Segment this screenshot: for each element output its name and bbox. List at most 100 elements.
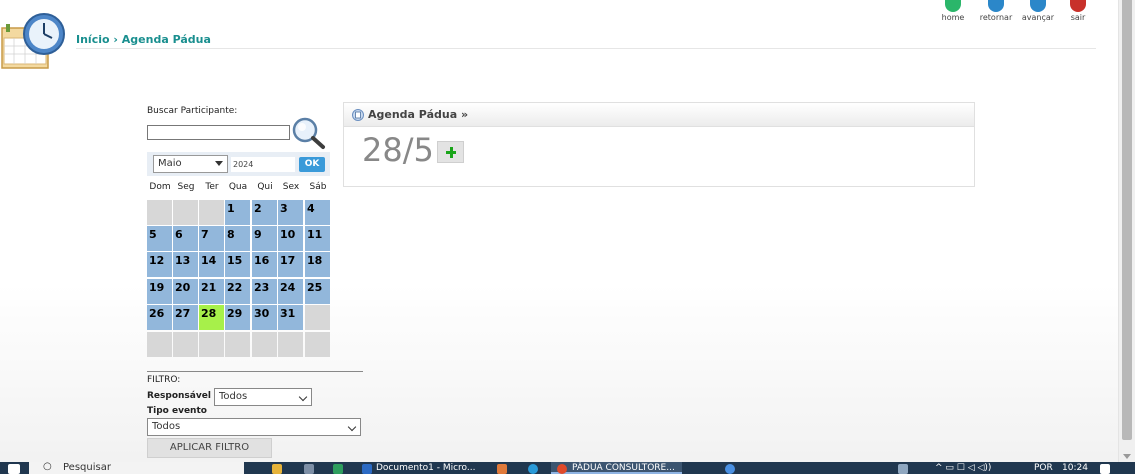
calendar-day[interactable]: 4	[305, 200, 330, 225]
edge-icon[interactable]	[528, 464, 538, 474]
calendar-day[interactable]: 9	[252, 226, 277, 251]
chevron-down-icon	[347, 422, 357, 432]
filter-divider	[147, 371, 363, 372]
calendar-day[interactable]: 23	[252, 279, 277, 304]
calendar-empty-cell	[147, 332, 172, 357]
calendar-day[interactable]: 26	[147, 305, 172, 330]
calendar-day[interactable]: 15	[225, 252, 250, 277]
scrollbar-thumb[interactable]	[1122, 0, 1132, 440]
calendar-day[interactable]: 19	[147, 279, 172, 304]
home-nav-label: home	[941, 13, 965, 22]
weekday-label: Sex	[282, 182, 300, 192]
calendar-day[interactable]: 16	[252, 252, 277, 277]
calendar-day[interactable]: 24	[278, 279, 303, 304]
app-icon[interactable]	[497, 464, 507, 474]
home-icon	[945, 0, 961, 12]
taskbar-app-word[interactable]: Documento1 - Micro...	[376, 463, 475, 473]
weekday-label: Seg	[177, 182, 195, 192]
calendar-day[interactable]: 25	[305, 279, 330, 304]
apply-filter-button[interactable]: APLICAR FILTRO	[147, 438, 272, 458]
responsavel-select[interactable]: Todos	[214, 388, 312, 406]
vertical-scrollbar[interactable]	[1118, 0, 1135, 462]
calendar-day[interactable]: 5	[147, 226, 172, 251]
clock[interactable]: 10:24	[1062, 463, 1088, 473]
calendar-empty-cell	[305, 305, 330, 330]
forward-nav-label: avançar	[1021, 13, 1055, 22]
windows-taskbar: ○ Pesquisar Documento1 - Micro... PÁDUA …	[0, 462, 1135, 474]
calendar-day[interactable]: 1	[225, 200, 250, 225]
back-nav-label: retornar	[979, 13, 1013, 22]
search-icon[interactable]	[290, 116, 326, 150]
calendar-day[interactable]: 10	[278, 226, 303, 251]
scroll-down-arrow-icon[interactable]	[1123, 454, 1131, 459]
calendar-empty-cell	[225, 332, 250, 357]
calendar-day[interactable]: 22	[225, 279, 250, 304]
calendar-day[interactable]: 3	[278, 200, 303, 225]
search-label: Buscar Participante:	[147, 106, 238, 116]
agenda-date: 28/5	[362, 131, 434, 169]
back-nav-button[interactable]: retornar	[978, 0, 1014, 22]
breadcrumb-home-link[interactable]: Início	[76, 33, 110, 46]
file-explorer-icon[interactable]	[272, 464, 282, 474]
exit-nav-button[interactable]: sair	[1068, 0, 1088, 22]
calendar-day[interactable]: 21	[199, 279, 224, 304]
tipo-evento-value: Todos	[152, 421, 181, 432]
filter-title: FILTRO:	[147, 375, 181, 385]
tray-icons[interactable]: ^ ▭ ☐ ◁ ◁))	[935, 463, 991, 473]
document-icon	[352, 109, 364, 121]
notifications-icon[interactable]	[1100, 464, 1110, 474]
calendar-day[interactable]: 7	[199, 226, 224, 251]
calendar-day[interactable]: 12	[147, 252, 172, 277]
calendar-day[interactable]: 20	[173, 279, 198, 304]
weekday-label: Qui	[257, 182, 273, 192]
weekday-label: Ter	[205, 182, 219, 192]
agenda-logo-icon	[1, 13, 65, 69]
home-nav-button[interactable]: home	[938, 0, 968, 22]
calendar-day[interactable]: 2	[252, 200, 277, 225]
breadcrumb: Início › Agenda Pádua	[76, 33, 211, 46]
calendar-day[interactable]: 14	[199, 252, 224, 277]
agenda-panel-header: Agenda Pádua »	[344, 103, 974, 127]
calendar-empty-cell	[278, 332, 303, 357]
calendar-empty-cell	[199, 332, 224, 357]
calendar-day[interactable]: 17	[278, 252, 303, 277]
forward-nav-button[interactable]: avançar	[1021, 0, 1055, 22]
calendar-day[interactable]: 30	[252, 305, 277, 330]
taskbar-search-box[interactable]: ○ Pesquisar	[29, 462, 244, 474]
tipo-evento-select[interactable]: Todos	[147, 418, 361, 436]
search-input[interactable]	[147, 125, 290, 140]
responsavel-label: Responsável	[147, 391, 211, 401]
breadcrumb-separator: ›	[113, 33, 118, 46]
responsavel-value: Todos	[219, 391, 248, 402]
language-indicator[interactable]: POR	[1034, 463, 1053, 473]
taskbar-app-active[interactable]: PÁDUA CONSULTORE...	[551, 462, 682, 474]
word-icon[interactable]	[362, 464, 372, 474]
ok-button[interactable]: OK	[299, 157, 325, 172]
chevron-down-icon	[215, 161, 223, 166]
calendar-day[interactable]: 11	[305, 226, 330, 251]
app-icon[interactable]	[304, 464, 314, 474]
year-input[interactable]: 2024	[231, 157, 295, 172]
calendar-empty-cell	[199, 200, 224, 225]
calendar-day[interactable]: 13	[173, 252, 198, 277]
calendar-day[interactable]: 6	[173, 226, 198, 251]
month-value: Maio	[158, 158, 182, 169]
calendar-day[interactable]: 8	[225, 226, 250, 251]
calendar-day[interactable]: 29	[225, 305, 250, 330]
app-icon[interactable]	[725, 464, 735, 474]
calendar-day[interactable]: 27	[173, 305, 198, 330]
calendar-empty-cell	[252, 332, 277, 357]
weekday-label: Qua	[228, 182, 248, 192]
app-icon[interactable]	[333, 464, 343, 474]
calendar-day[interactable]: 18	[305, 252, 330, 277]
back-icon	[988, 0, 1004, 12]
notification-icon[interactable]	[898, 464, 908, 474]
tipo-evento-label: Tipo evento	[147, 406, 207, 416]
calendar-day[interactable]: 31	[278, 305, 303, 330]
exit-nav-label: sair	[1070, 13, 1086, 22]
month-select[interactable]: Maio	[153, 155, 228, 173]
add-event-button[interactable]	[437, 141, 464, 163]
weekday-label: Dom	[149, 182, 171, 192]
calendar-day[interactable]: 28	[199, 305, 224, 330]
windows-start-icon[interactable]	[8, 464, 20, 474]
